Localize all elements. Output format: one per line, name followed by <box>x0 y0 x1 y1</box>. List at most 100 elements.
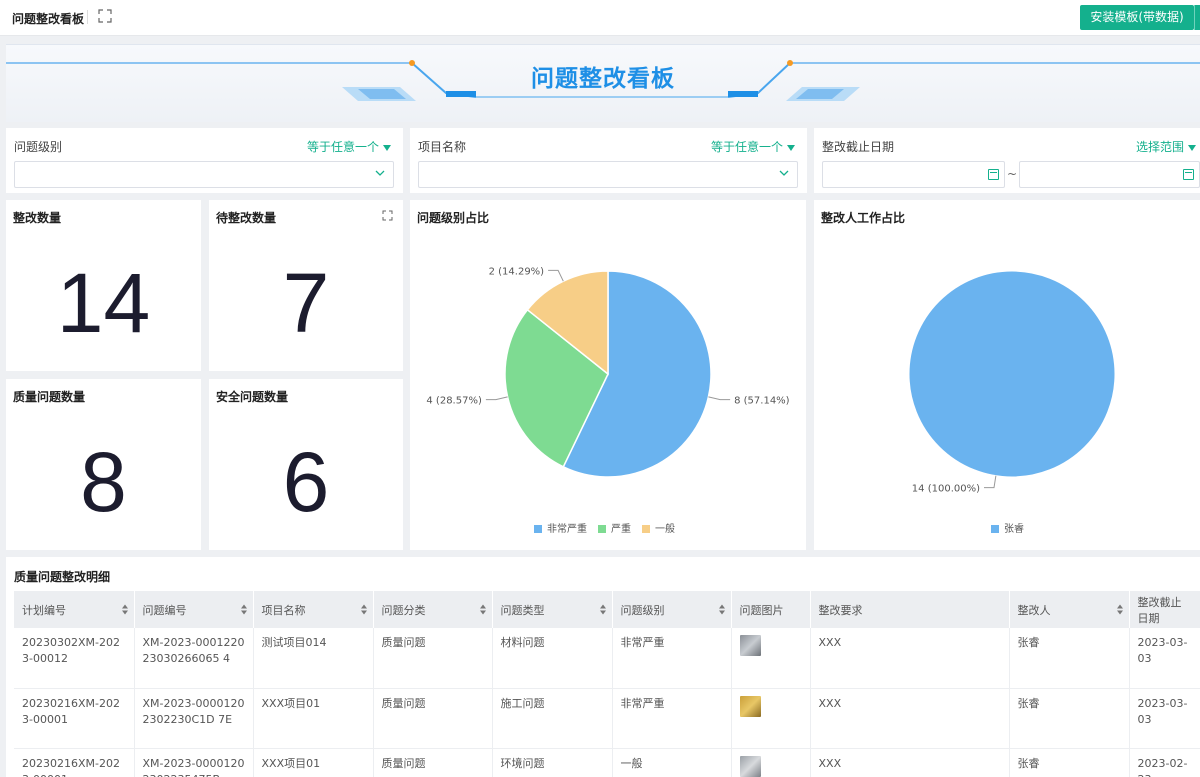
column-header[interactable]: 问题编号 <box>134 591 254 628</box>
date-end-input[interactable] <box>1019 161 1200 188</box>
kpi-total-card: 整改数量 14 <box>6 200 201 371</box>
table-cell <box>731 748 811 777</box>
assignee-pie-legend-item-0[interactable]: 张睿 <box>991 524 1024 535</box>
filter-deadline-operator-text: 选择范围 <box>1135 140 1184 154</box>
table-cell: 2023-03-03 <box>1129 688 1200 749</box>
chevron-down-icon <box>375 170 385 176</box>
column-header[interactable]: 计划编号 <box>14 591 135 628</box>
filter-level-panel: 问题级别 等于任意一个 <box>6 128 403 193</box>
kpi-safety-card: 安全问题数量 6 <box>209 379 403 550</box>
legend-label: 严重 <box>611 524 631 535</box>
top-bar: 问题整改看板 安装模板(带数据) <box>0 0 1200 36</box>
column-header[interactable]: 问题级别 <box>612 591 732 628</box>
filter-project-panel: 项目名称 等于任意一个 <box>410 128 807 193</box>
filter-level-operator[interactable]: 等于任意一个 <box>307 138 391 155</box>
table-cell: XM-2023-00001202302235475B <box>134 748 254 777</box>
filter-deadline-operator[interactable]: 选择范围 <box>1136 138 1196 155</box>
column-header[interactable]: 问题图片 <box>731 591 811 628</box>
table-cell: 非常严重 <box>612 688 732 749</box>
column-header-label: 问题分类 <box>381 603 426 617</box>
issue-photo-thumbnail[interactable] <box>739 755 761 777</box>
filter-deadline-panel: 整改截止日期 选择范围 ~ <box>814 128 1200 193</box>
column-header[interactable]: 问题类型 <box>492 591 613 628</box>
filter-deadline-label: 整改截止日期 <box>822 140 895 154</box>
table-cell: 张睿 <box>1009 628 1130 689</box>
kpi-total-label: 整改数量 <box>13 211 62 225</box>
kpi-pending-card: 待整改数量 7 <box>209 200 403 371</box>
level-pie-legend-item-0[interactable]: 非常严重 <box>534 524 587 535</box>
level-pie-data-label-0: 8 (57.14%) <box>734 396 790 407</box>
column-header-label: 计划编号 <box>22 603 66 617</box>
kpi-safety-label: 安全问题数量 <box>216 390 289 404</box>
assignee-pie-chart: 14 (100.00%) <box>908 270 1116 495</box>
column-header[interactable]: 整改截止日期 <box>1129 591 1200 628</box>
column-header-label: 整改人 <box>1017 603 1051 617</box>
level-pie-legend-item-2[interactable]: 一般 <box>642 524 675 535</box>
filter-level-select[interactable] <box>14 161 394 188</box>
table-cell <box>731 628 811 689</box>
table-row[interactable]: 20230302XM-2023-00012 XM-2023-00012202303… <box>14 628 1200 689</box>
level-pie-legend-item-1[interactable]: 严重 <box>598 524 631 535</box>
level-pie-data-label-2: 2 (14.29%) <box>489 266 545 277</box>
sort-icon[interactable] <box>240 604 247 615</box>
legend-swatch <box>534 525 542 533</box>
issue-photo-thumbnail[interactable] <box>739 635 761 656</box>
column-header[interactable]: 整改要求 <box>810 591 1010 628</box>
kpi-pending-label: 待整改数量 <box>216 211 277 225</box>
legend-label: 一般 <box>655 524 675 535</box>
legend-label: 张睿 <box>1004 524 1024 535</box>
assignee-pie-legend: 张睿 <box>991 520 1035 535</box>
table-cell: 张睿 <box>1009 688 1130 749</box>
table-cell: XXX <box>810 688 1010 749</box>
legend-swatch <box>598 525 606 533</box>
sort-icon[interactable] <box>599 604 606 615</box>
table-row[interactable]: 20230216XM-2023-00001XM-2023-00001202302… <box>14 748 1200 777</box>
legend-label: 非常严重 <box>547 524 587 535</box>
filter-level-operator-text: 等于任意一个 <box>306 140 379 154</box>
table-cell: XXX项目01 <box>253 748 374 777</box>
filter-project-select[interactable] <box>418 161 798 188</box>
divider <box>87 10 88 24</box>
level-pie-chart: 8 (57.14%) 4 (28.57%) 2 (14.29%) <box>426 266 790 478</box>
sort-icon[interactable] <box>121 604 128 615</box>
filter-project-operator[interactable]: 等于任意一个 <box>711 138 795 155</box>
column-header-label: 问题图片 <box>739 603 784 617</box>
table-header-row: 计划编号 问题编号 项目名称 问题分类 问题类型 问题级别 问题图片 整改要求 整改人 整改截止日… <box>14 591 1200 628</box>
table-cell: 材料问题 <box>492 628 613 689</box>
table-cell: XXX项目01 <box>253 688 374 749</box>
sort-icon[interactable] <box>718 604 725 615</box>
caret-down-icon <box>787 144 795 151</box>
table-cell: 2023-03-03 <box>1129 628 1200 689</box>
calendar-icon <box>1183 169 1194 180</box>
caret-down-icon <box>383 144 391 151</box>
table-cell: 非常严重 <box>612 628 732 689</box>
level-pie-leader-line-1 <box>485 396 508 401</box>
table-cell: 一般 <box>612 748 732 777</box>
kpi-safety-value: 6 <box>282 435 330 529</box>
column-header[interactable]: 整改人 <box>1009 591 1130 628</box>
detail-table: 计划编号 问题编号 项目名称 问题分类 问题类型 问题级别 问题图片 整改要求 整改人 整改截止日… <box>14 591 1200 777</box>
filter-project-operator-text: 等于任意一个 <box>710 140 783 154</box>
sort-icon[interactable] <box>1116 604 1123 615</box>
kpi-quality-value: 8 <box>80 435 127 529</box>
table-row[interactable]: 20230216XM-2023-00001XM-2023-00001202302… <box>14 688 1200 749</box>
sort-icon[interactable] <box>479 604 486 615</box>
date-start-input[interactable] <box>822 161 1005 188</box>
column-header[interactable]: 问题分类 <box>373 591 493 628</box>
table-cell: 质量问题 <box>373 688 493 749</box>
assignee-pie-slice-0[interactable] <box>908 270 1116 478</box>
table-cell: 环境问题 <box>492 748 613 777</box>
legend-swatch <box>642 525 650 533</box>
table-cell: XXX <box>810 628 1010 689</box>
sort-icon[interactable] <box>360 604 367 615</box>
column-header[interactable]: 项目名称 <box>253 591 374 628</box>
calendar-icon <box>988 169 999 180</box>
expand-icon[interactable] <box>382 210 393 221</box>
assignee-pie-leader-line-0 <box>984 475 997 489</box>
fullscreen-icon[interactable] <box>98 9 112 23</box>
level-pie-data-label-1: 4 (28.57%) <box>426 396 482 407</box>
issue-photo-thumbnail[interactable] <box>739 695 761 717</box>
install-template-button[interactable]: 安装模板(带数据) <box>1080 5 1194 30</box>
dashboard-banner: 问题整改看板 <box>6 44 1200 122</box>
install-dropdown-button[interactable] <box>1194 5 1200 30</box>
